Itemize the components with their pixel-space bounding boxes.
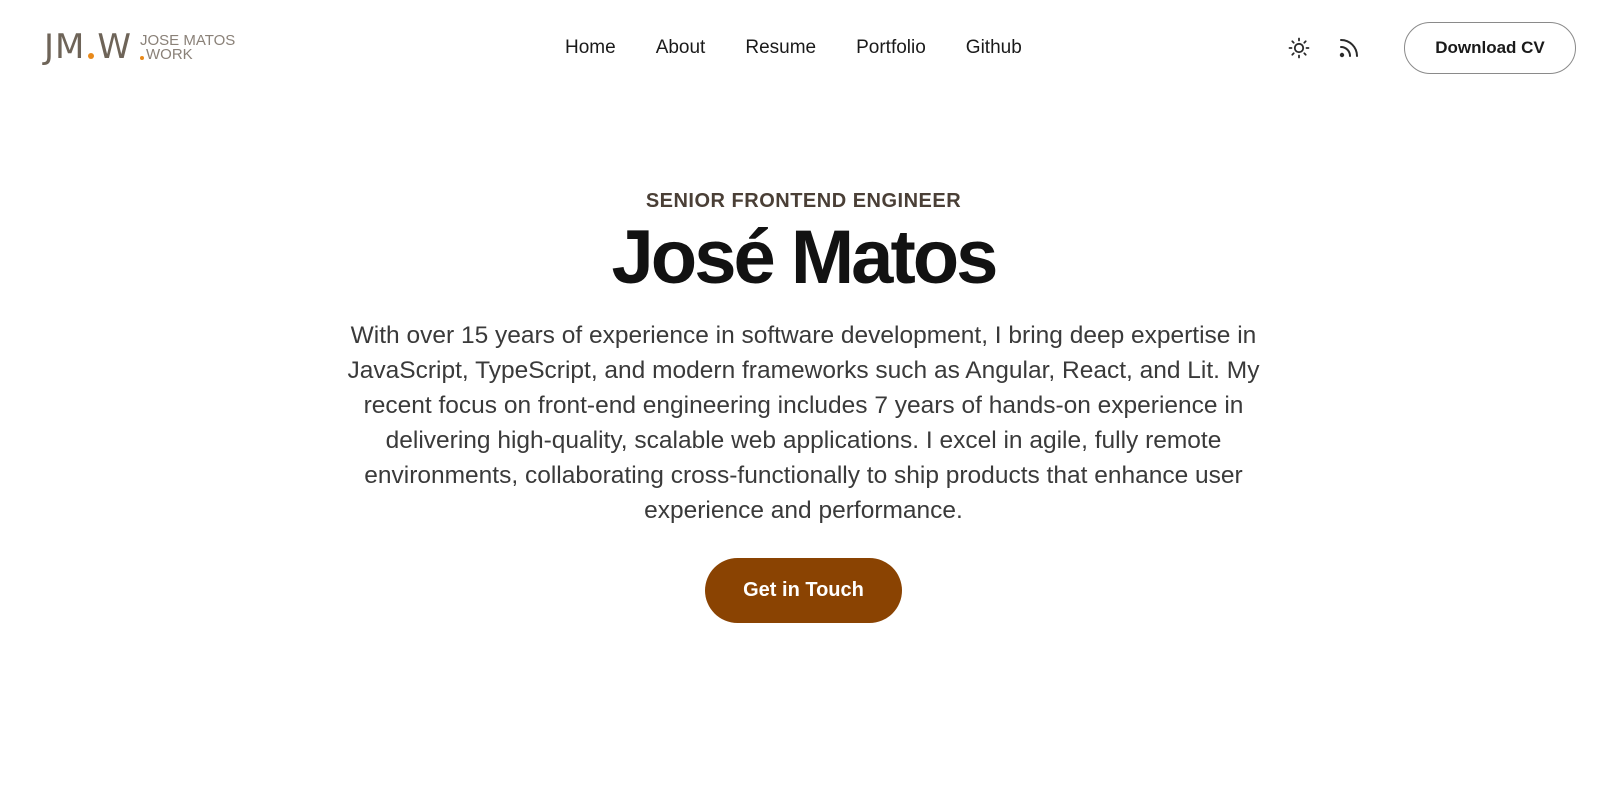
logo-text: JOSE MATOS WORK	[140, 33, 235, 63]
nav-about[interactable]: About	[656, 35, 706, 61]
rss-icon	[1339, 39, 1358, 58]
sun-icon	[1288, 37, 1310, 59]
logo[interactable]: JM W JOSE MATOS WORK	[44, 30, 235, 64]
page: JM W JOSE MATOS WORK Home About Resume P…	[0, 0, 1607, 805]
nav-resume[interactable]: Resume	[745, 35, 816, 61]
hero-bio: With over 15 years of experience in soft…	[347, 322, 1260, 524]
logo-text-line2-wrap: WORK	[140, 46, 235, 63]
logo-text-line2: WORK	[146, 46, 193, 63]
main-nav: Home About Resume Portfolio Github	[565, 35, 1022, 61]
nav-home[interactable]: Home	[565, 35, 616, 61]
logo-mark-right: W	[97, 27, 132, 67]
logo-mark: JM W	[44, 30, 132, 64]
logo-mark-left: JM	[44, 27, 86, 67]
download-cv-button[interactable]: Download CV	[1404, 22, 1576, 74]
nav-github[interactable]: Github	[966, 35, 1022, 61]
hero-name: José Matos	[611, 215, 999, 300]
rss-feed-button[interactable]	[1335, 34, 1363, 62]
site-header: JM W JOSE MATOS WORK Home About Resume P…	[0, 0, 1607, 96]
nav-portfolio[interactable]: Portfolio	[856, 35, 926, 61]
get-in-touch-button[interactable]: Get in Touch	[705, 558, 902, 623]
theme-toggle-button[interactable]	[1285, 34, 1313, 62]
logo-small-dot	[140, 55, 144, 60]
hero-section: SENIOR FRONTEND ENGINEER José Matos With…	[0, 190, 1607, 623]
logo-dot	[88, 53, 95, 59]
